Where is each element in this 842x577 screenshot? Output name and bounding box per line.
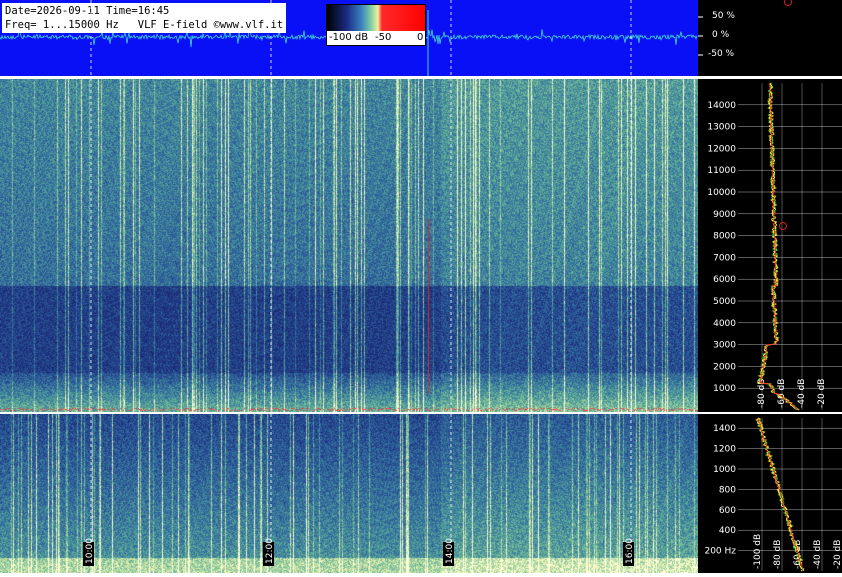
spectrum-freq-tick: 7000: [713, 253, 736, 263]
spectrum-freq-tick: 1000: [713, 465, 736, 475]
spectrum-high-svg: 1000 2000 3000 4000 5000 6000 7000 8000 9000 1000…: [707, 82, 842, 411]
spectrum-db-tick-group: -80 dB: [773, 540, 783, 569]
spectrum-freq-tick: 4000: [713, 319, 736, 329]
spectrum-freq-tick: 6000: [713, 275, 736, 285]
time-tick-label-group: 14:00: [443, 538, 455, 566]
time-grid: 10:00 12:00 14:00 16:00: [83, 0, 635, 573]
axis-marker-icon: [784, 0, 792, 6]
spectrum-freq-tick: 10000: [707, 188, 736, 198]
spectrum-freq-tick: 13000: [707, 123, 736, 133]
spectrum-freq-tick: 2000: [713, 362, 736, 372]
spectrum-low-svg: 200 Hz 400 600 800 1000 1200 1400 -100 dB -80 dB…: [704, 417, 842, 572]
spectrum-db-tick: -20 dB: [833, 540, 842, 569]
spectrum-db-tick: -60 dB: [777, 379, 787, 408]
spectrum-freq-tick: 1000: [713, 384, 736, 394]
spectrum-db-tick-group: -100 dB: [753, 534, 763, 569]
spectrum-curve: [757, 82, 799, 411]
spectrum-db-tick: -20 dB: [817, 379, 827, 408]
spectrum-marker-icon: [779, 222, 787, 230]
pct-label-0: 0 %: [712, 30, 730, 40]
spectrum-panel-high: 1000 2000 3000 4000 5000 6000 7000 8000 9000 1000…: [698, 79, 842, 412]
spectrum-freq-tick: 14000: [707, 101, 736, 111]
spectrum-freq-tick: 11000: [707, 166, 736, 176]
time-tick-label: 14:00: [445, 538, 455, 564]
time-tick-label-group: 10:00: [83, 538, 95, 566]
pct-label-50: 50 %: [712, 11, 735, 21]
spectrum-freq-tick: 200 Hz: [704, 547, 736, 557]
time-tick-label: 16:00: [625, 538, 635, 564]
spectrum-freq-tick: 600: [719, 506, 736, 516]
spectrum-db-tick: -40 dB: [813, 540, 823, 569]
spectrum-panel-low: 200 Hz 400 600 800 1000 1200 1400 -100 dB -80 dB…: [698, 414, 842, 573]
spectrum-db-tick: -40 dB: [797, 379, 807, 408]
spectrum-db-tick-group: -60 dB: [777, 379, 787, 408]
pct-label-minus50: -50 %: [708, 49, 735, 59]
spectrum-freq-tick: 800: [719, 485, 736, 495]
spectrum-freq-tick: 400: [719, 526, 736, 536]
spectrum-freq-tick: 9000: [713, 210, 736, 220]
spectrum-db-tick: -80 dB: [773, 540, 783, 569]
spectrum-db-tick-group: -20 dB: [833, 540, 842, 569]
spectrum-freq-tick: 12000: [707, 144, 736, 154]
spectrum-db-tick-group: -20 dB: [817, 379, 827, 408]
spectrum-freq-tick: 3000: [713, 341, 736, 351]
waveform-axis: 50 % 0 % -50 %: [698, 0, 842, 76]
spectrum-db-tick: -100 dB: [753, 534, 763, 569]
spectrum-freq-tick: 8000: [713, 232, 736, 242]
time-tick-label: 10:00: [85, 538, 95, 564]
time-tick-label: 12:00: [265, 538, 275, 564]
spectrum-freq-tick: 5000: [713, 297, 736, 307]
spectrum-curve: [759, 82, 799, 411]
spectrum-freq-tick: 1200: [713, 445, 736, 455]
spectrum-db-tick-group: -40 dB: [813, 540, 823, 569]
time-tick-label-group: 16:00: [623, 538, 635, 566]
time-tick-label-group: 12:00: [263, 538, 275, 566]
spectrum-db-tick-group: -40 dB: [797, 379, 807, 408]
spectrum-freq-tick: 1400: [713, 424, 736, 434]
